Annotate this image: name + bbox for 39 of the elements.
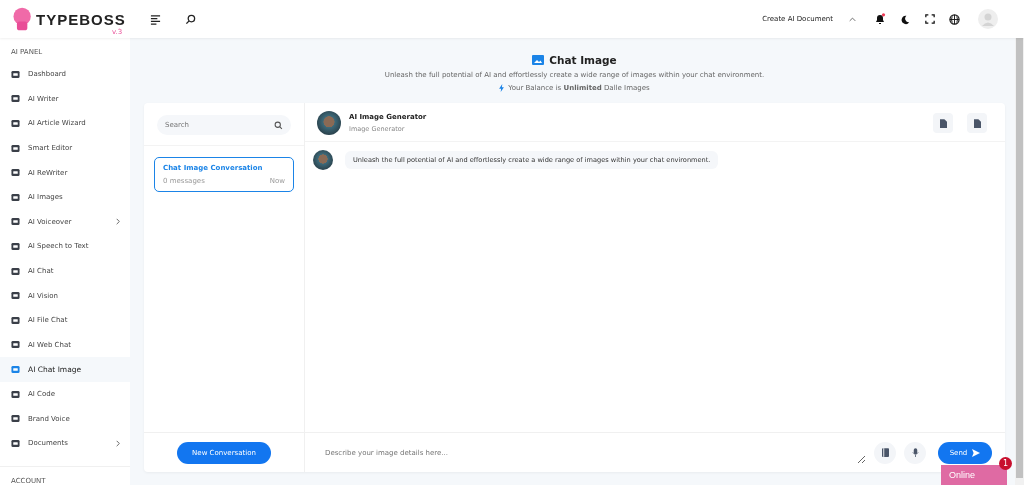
menu-icon[interactable] — [150, 13, 161, 25]
bell-icon[interactable] — [874, 13, 886, 25]
square-icon — [11, 364, 20, 374]
scrollbar[interactable] — [1015, 38, 1024, 485]
document-button[interactable] — [933, 113, 953, 133]
search-icon[interactable] — [185, 13, 196, 25]
fullscreen-icon[interactable] — [925, 14, 935, 24]
square-icon — [11, 291, 20, 301]
square-icon — [11, 389, 20, 399]
square-icon — [11, 315, 20, 325]
document-icon — [939, 118, 947, 128]
book-icon — [881, 448, 889, 457]
square-icon — [11, 192, 20, 202]
send-icon — [972, 448, 981, 457]
square-icon — [11, 94, 20, 104]
robot-avatar — [313, 150, 333, 170]
logo-text: TYPEBOSS — [36, 10, 126, 28]
square-icon — [11, 217, 20, 227]
microphone-icon — [911, 448, 919, 457]
search-icon[interactable] — [274, 120, 283, 130]
document-icon — [973, 118, 981, 128]
lightning-icon — [499, 84, 505, 92]
globe-icon[interactable] — [949, 13, 960, 25]
square-icon — [11, 168, 20, 178]
image-icon — [532, 55, 545, 65]
square-icon — [11, 143, 20, 153]
square-icon — [11, 266, 20, 276]
page-title: Chat Image — [549, 54, 617, 66]
square-icon — [11, 241, 20, 251]
robot-avatar — [317, 111, 341, 135]
square-icon — [11, 69, 20, 79]
square-icon — [11, 340, 20, 350]
square-icon — [11, 119, 20, 128]
book-button[interactable] — [874, 441, 896, 464]
square-icon — [11, 414, 20, 424]
microphone-button[interactable] — [904, 441, 926, 464]
moon-icon[interactable] — [900, 13, 911, 25]
document-button[interactable] — [967, 113, 987, 133]
square-icon — [11, 438, 20, 448]
